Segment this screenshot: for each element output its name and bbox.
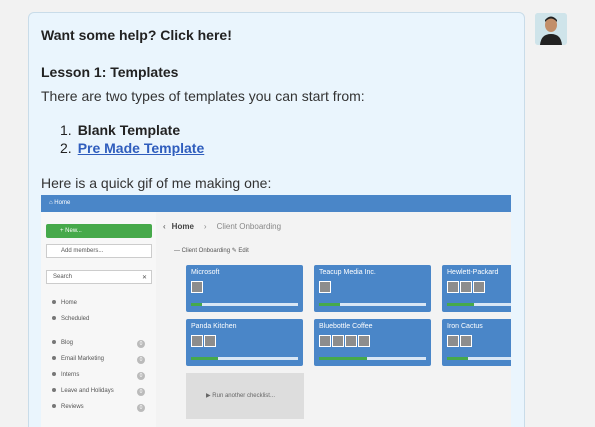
checklist-card: Microsoft	[186, 265, 303, 312]
intro-text: There are two types of templates you can…	[41, 88, 365, 104]
checklist-card: Teacup Media Inc.	[314, 265, 431, 312]
app-sidebar: + New... Add members... Search ✕ Home Sch…	[41, 212, 156, 427]
count-badge: 0	[137, 372, 145, 380]
run-checklist-placeholder: ▶ Run another checklist...	[186, 373, 304, 419]
search-input: Search ✕	[46, 270, 152, 284]
sidebar-item-reviews: Reviews	[52, 404, 84, 410]
close-icon: ✕	[141, 275, 147, 281]
sidebar-item-interns: Interns	[52, 372, 79, 378]
pre-made-template-link[interactable]: Pre Made Template	[78, 140, 205, 156]
sidebar-item-email-marketing: Email Marketing	[52, 356, 104, 362]
gif-preview: ⌂ Home + New... Add members... Search ✕ H…	[41, 195, 511, 427]
list-item: 2. Pre Made Template	[60, 140, 205, 156]
new-button: + New...	[46, 224, 152, 238]
checklist-card: Bluebottle Coffee	[314, 319, 431, 366]
count-badge: 0	[137, 340, 145, 348]
checklist-card: Panda Kitchen	[186, 319, 303, 366]
list-item: 1. Blank Template	[60, 122, 181, 138]
sidebar-item-blog: Blog	[52, 340, 73, 346]
lesson-title: Lesson 1: Templates	[41, 64, 179, 80]
sidebar-item-scheduled: Scheduled	[52, 316, 89, 322]
breadcrumb: ‹ Home › Client Onboarding	[163, 222, 282, 231]
add-members-button: Add members...	[46, 244, 152, 258]
sidebar-item-leave: Leave and Holidays	[52, 388, 114, 394]
help-link[interactable]: Want some help? Click here!	[41, 27, 232, 43]
checklist-card: Hewlett-Packard	[442, 265, 511, 312]
checklist-card: Iron Cactus	[442, 319, 511, 366]
count-badge: 0	[137, 404, 145, 412]
avatar[interactable]	[535, 13, 567, 45]
gif-caption: Here is a quick gif of me making one:	[41, 175, 272, 191]
app-topbar: ⌂ Home	[41, 195, 511, 212]
sidebar-item-home: Home	[52, 300, 77, 306]
blank-template-label: Blank Template	[77, 122, 181, 138]
list-title: — Client Onboarding ✎ Edit	[174, 248, 249, 254]
count-badge: 0	[137, 356, 145, 364]
count-badge: 0	[137, 388, 145, 396]
